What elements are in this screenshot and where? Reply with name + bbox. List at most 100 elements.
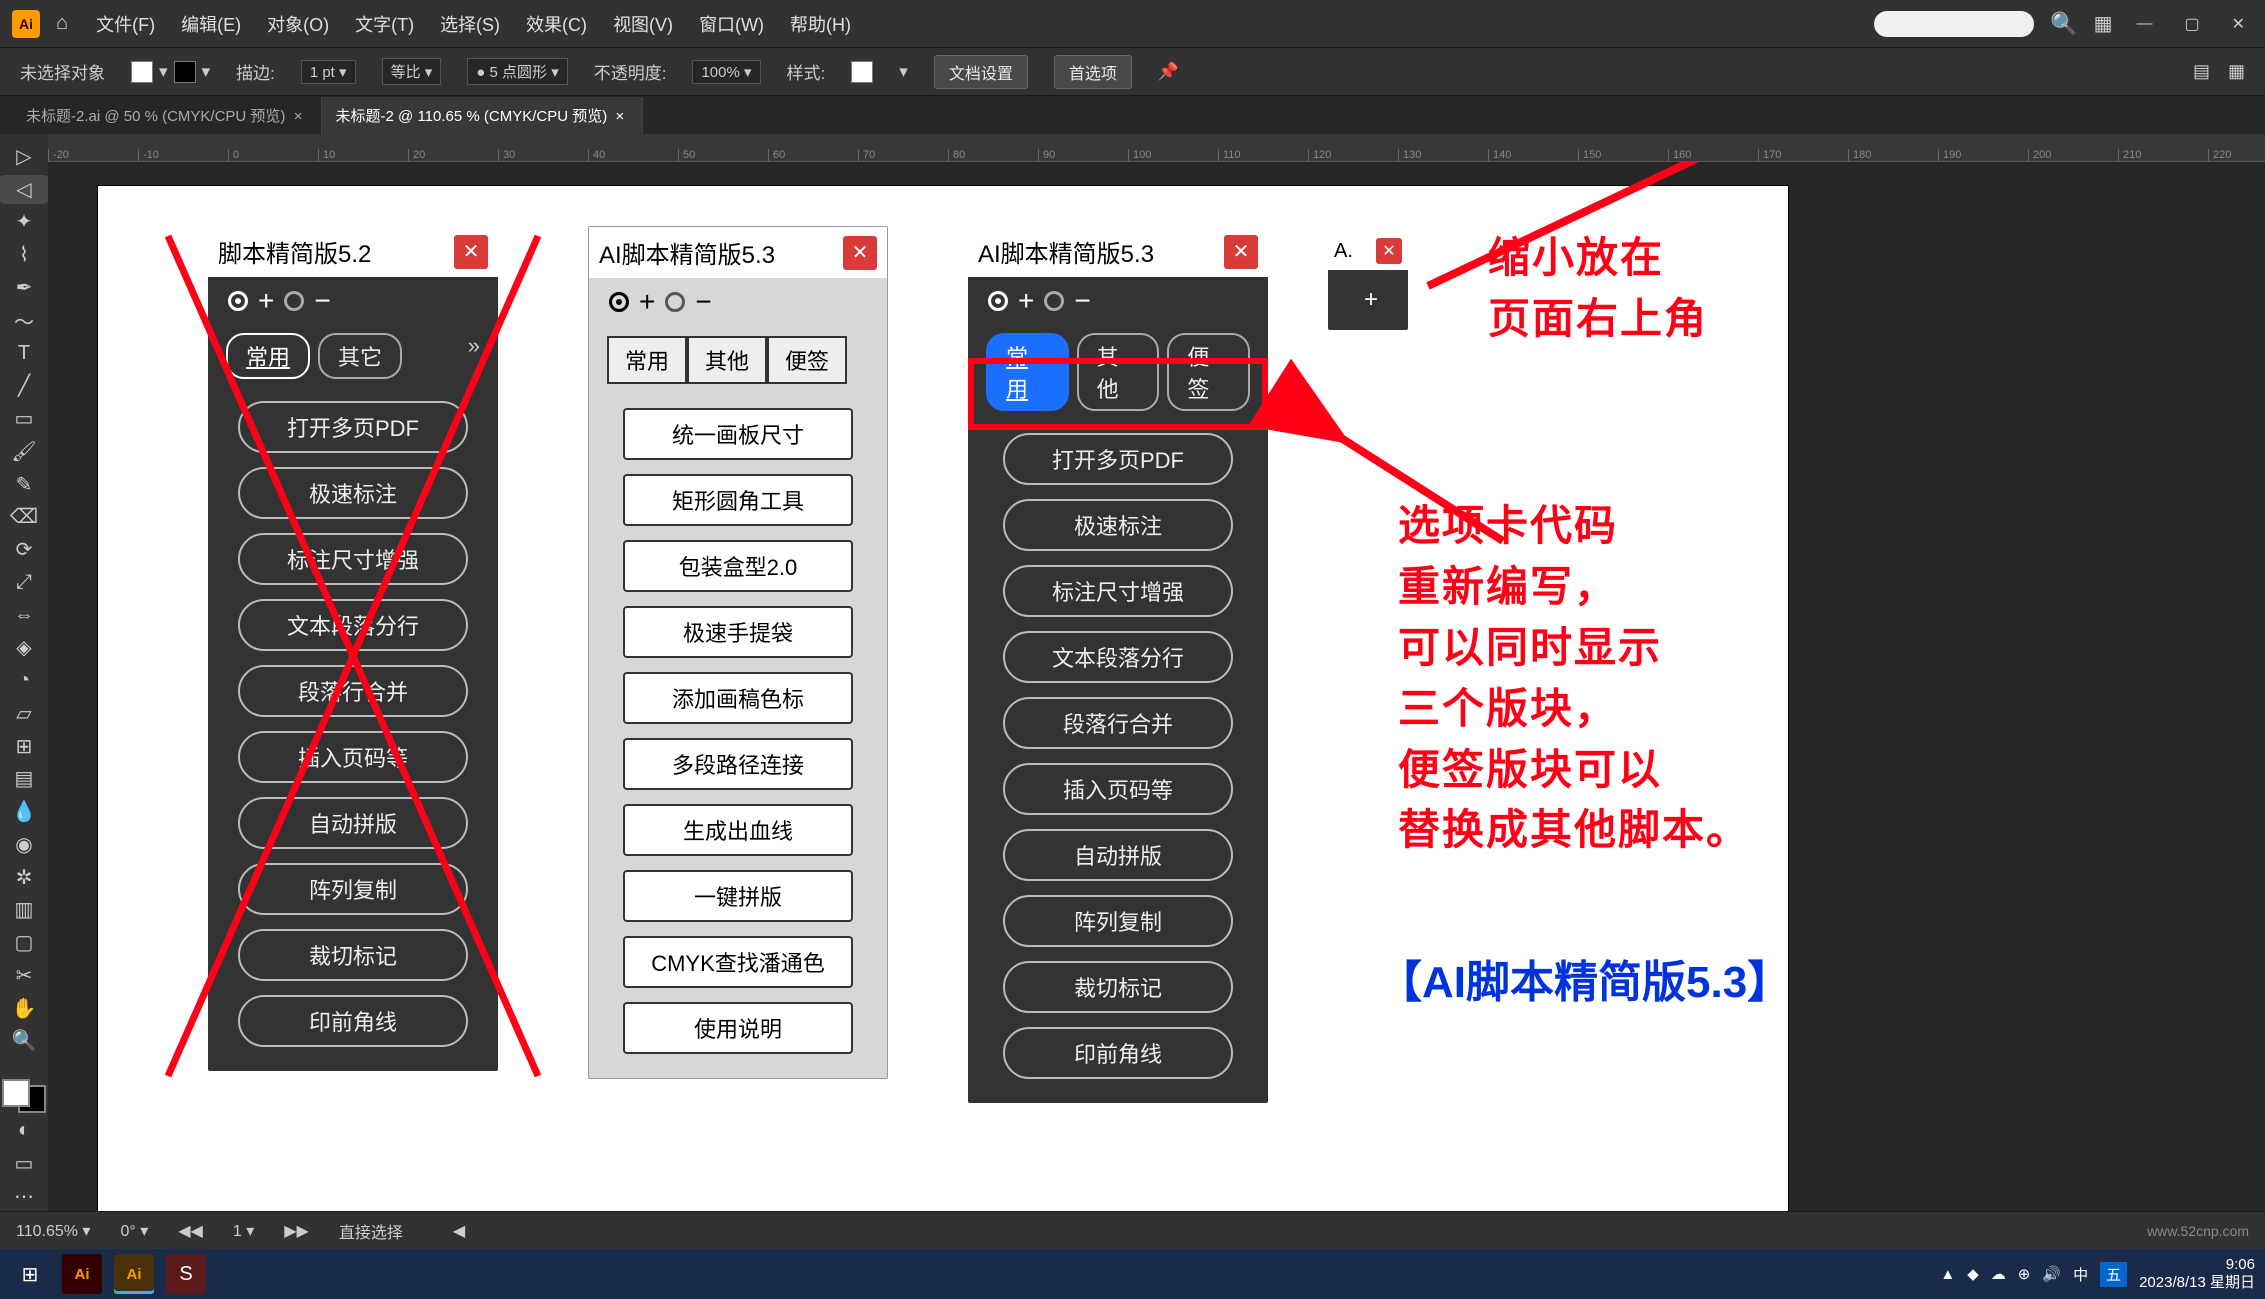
artboard-nav-next-icon[interactable]: ▶▶ — [284, 1221, 309, 1241]
direct-select-tool-icon[interactable]: ◁ — [0, 175, 48, 204]
start-button-icon[interactable]: ⊞ — [10, 1254, 50, 1294]
doc-tab-1[interactable]: 未标题-2.ai @ 50 % (CMYK/CPU 预览) × — [12, 97, 322, 134]
taskbar-app-3[interactable]: S — [166, 1254, 206, 1294]
rotate-tool-icon[interactable]: ⟳ — [0, 535, 48, 564]
radio-plus-icon[interactable] — [228, 291, 248, 311]
pin-icon[interactable]: 📌 — [1158, 62, 1179, 82]
chevron-right-icon[interactable]: » — [468, 333, 480, 379]
menu-select[interactable]: 选择(S) — [440, 11, 500, 37]
doc-setup-button[interactable]: 文档设置 — [934, 55, 1028, 89]
fg-color-chip[interactable] — [2, 1079, 30, 1107]
selection-tool-icon[interactable]: ▷ — [0, 142, 48, 171]
taskbar-ai-2[interactable]: Ai — [114, 1254, 154, 1294]
mesh-tool-icon[interactable]: ⊞ — [0, 732, 48, 761]
draw-mode-icon[interactable]: ◐ — [0, 1117, 48, 1146]
tray-icon[interactable]: ⊕ — [2018, 1265, 2031, 1283]
script-button[interactable]: 自动拼版 — [1003, 829, 1233, 881]
graph-tool-icon[interactable]: ▥ — [0, 896, 48, 925]
script-button[interactable]: 段落行合并 — [238, 665, 468, 717]
opacity-value[interactable]: 100% ▾ — [692, 60, 760, 84]
script-button[interactable]: 印前角线 — [238, 995, 468, 1047]
stroke-swatch[interactable] — [174, 61, 196, 83]
script-button[interactable]: 文本段落分行 — [238, 599, 468, 651]
maximize-button[interactable]: ▢ — [2176, 14, 2207, 34]
script-button[interactable]: 极速标注 — [238, 467, 468, 519]
panel-53l-tab-other[interactable]: 其他 — [687, 336, 767, 384]
eyedropper-icon[interactable]: 💧 — [0, 797, 48, 826]
scale-mode[interactable]: 等比 ▾ — [382, 58, 442, 85]
radio-plus-icon[interactable] — [988, 291, 1008, 311]
search-icon[interactable]: 🔍 — [2050, 11, 2077, 37]
brush-preset[interactable]: ● 5 点圆形 ▾ — [467, 58, 567, 85]
tray-icon[interactable]: ▲ — [1940, 1266, 1955, 1283]
tray-icon[interactable]: ◆ — [1967, 1265, 1979, 1283]
panel-53d-close-icon[interactable]: ✕ — [1224, 235, 1258, 269]
menu-window[interactable]: 窗口(W) — [699, 11, 764, 37]
perspective-icon[interactable]: ▱ — [0, 699, 48, 728]
lasso-tool-icon[interactable]: ⌇ — [0, 240, 48, 269]
menu-type[interactable]: 文字(T) — [355, 11, 414, 37]
artboard-nav-prev-icon[interactable]: ◀◀ — [178, 1221, 203, 1241]
script-button[interactable]: 裁切标记 — [1003, 961, 1233, 1013]
panel-52-tab-other[interactable]: 其它 — [318, 333, 402, 379]
screen-mode-icon[interactable]: ▭ — [0, 1149, 48, 1178]
script-button[interactable]: 使用说明 — [623, 1002, 853, 1054]
script-button[interactable]: 添加画稿色标 — [623, 672, 853, 724]
blend-tool-icon[interactable]: ◉ — [0, 830, 48, 859]
color-chips[interactable] — [2, 1079, 46, 1112]
style-swatch[interactable] — [851, 61, 873, 83]
rect-tool-icon[interactable]: ▭ — [0, 404, 48, 433]
script-button[interactable]: 矩形圆角工具 — [623, 474, 853, 526]
script-button[interactable]: 统一画板尺寸 — [623, 408, 853, 460]
search-field-top[interactable] — [1874, 11, 2034, 37]
script-button[interactable]: 插入页码等 — [1003, 763, 1233, 815]
line-tool-icon[interactable]: ╱ — [0, 372, 48, 401]
menu-edit[interactable]: 编辑(E) — [181, 11, 241, 37]
taskbar-clock[interactable]: 9:06 2023/8/13 星期日 — [2139, 1256, 2255, 1292]
script-button[interactable]: 多段路径连接 — [623, 738, 853, 790]
panel-53l-tab-notes[interactable]: 便签 — [767, 336, 847, 384]
tray-volume-icon[interactable]: 🔊 — [2042, 1265, 2061, 1283]
radio-minus-icon[interactable] — [665, 292, 685, 312]
script-button[interactable]: 阵列复制 — [238, 863, 468, 915]
panel-53l-tab-common[interactable]: 常用 — [607, 336, 687, 384]
panel-52-tab-common[interactable]: 常用 — [226, 333, 310, 379]
tray-ime-icon[interactable]: 中 — [2073, 1264, 2088, 1285]
scroll-left-icon[interactable]: ◀ — [453, 1221, 465, 1241]
script-button[interactable]: 印前角线 — [1003, 1027, 1233, 1079]
symbol-spray-icon[interactable]: ✲ — [0, 863, 48, 892]
doc-tab-2[interactable]: 未标题-2 @ 110.65 % (CMYK/CPU 预览) × — [322, 97, 644, 134]
fill-swatch[interactable] — [131, 61, 153, 83]
gradient-tool-icon[interactable]: ▤ — [0, 765, 48, 794]
script-button[interactable]: 极速手提袋 — [623, 606, 853, 658]
artboard-tool-icon[interactable]: ▢ — [0, 928, 48, 957]
pen-tool-icon[interactable]: ✒ — [0, 273, 48, 302]
script-button[interactable]: 包装盒型2.0 — [623, 540, 853, 592]
script-button[interactable]: 阵列复制 — [1003, 895, 1233, 947]
menu-object[interactable]: 对象(O) — [267, 11, 329, 37]
edit-toolbar-icon[interactable]: ⋯ — [0, 1182, 48, 1211]
script-button[interactable]: 段落行合并 — [1003, 697, 1233, 749]
tray-ime2-icon[interactable]: 五 — [2100, 1262, 2127, 1287]
scale-tool-icon[interactable]: ⤢ — [0, 568, 48, 597]
radio-plus-icon[interactable] — [609, 292, 629, 312]
radio-minus-icon[interactable] — [284, 291, 304, 311]
brush-tool-icon[interactable]: 🖌 — [0, 437, 48, 466]
shaper-tool-icon[interactable]: ✎ — [0, 470, 48, 499]
script-button[interactable]: 文本段落分行 — [1003, 631, 1233, 683]
width-tool-icon[interactable]: ⇔ — [0, 601, 48, 630]
curvature-tool-icon[interactable]: 〜 — [0, 306, 48, 335]
zoom-tool-icon[interactable]: 🔍 — [0, 1027, 48, 1056]
slice-tool-icon[interactable]: ✂ — [0, 961, 48, 990]
wand-tool-icon[interactable]: ✦ — [0, 208, 48, 237]
artboard-nav-readout[interactable]: 1 ▾ — [233, 1221, 254, 1241]
script-button[interactable]: 裁切标记 — [238, 929, 468, 981]
script-button[interactable]: 标注尺寸增强 — [1003, 565, 1233, 617]
panel-toggle-icon[interactable]: ▤ — [2193, 61, 2210, 82]
home-icon[interactable]: ⌂ — [56, 12, 68, 35]
panel-53l-close-icon[interactable]: ✕ — [843, 236, 877, 270]
panel-52-close-icon[interactable]: ✕ — [454, 235, 488, 269]
prefs-button[interactable]: 首选项 — [1054, 55, 1132, 89]
radio-minus-icon[interactable] — [1044, 291, 1064, 311]
close-button[interactable]: ✕ — [2224, 14, 2253, 34]
